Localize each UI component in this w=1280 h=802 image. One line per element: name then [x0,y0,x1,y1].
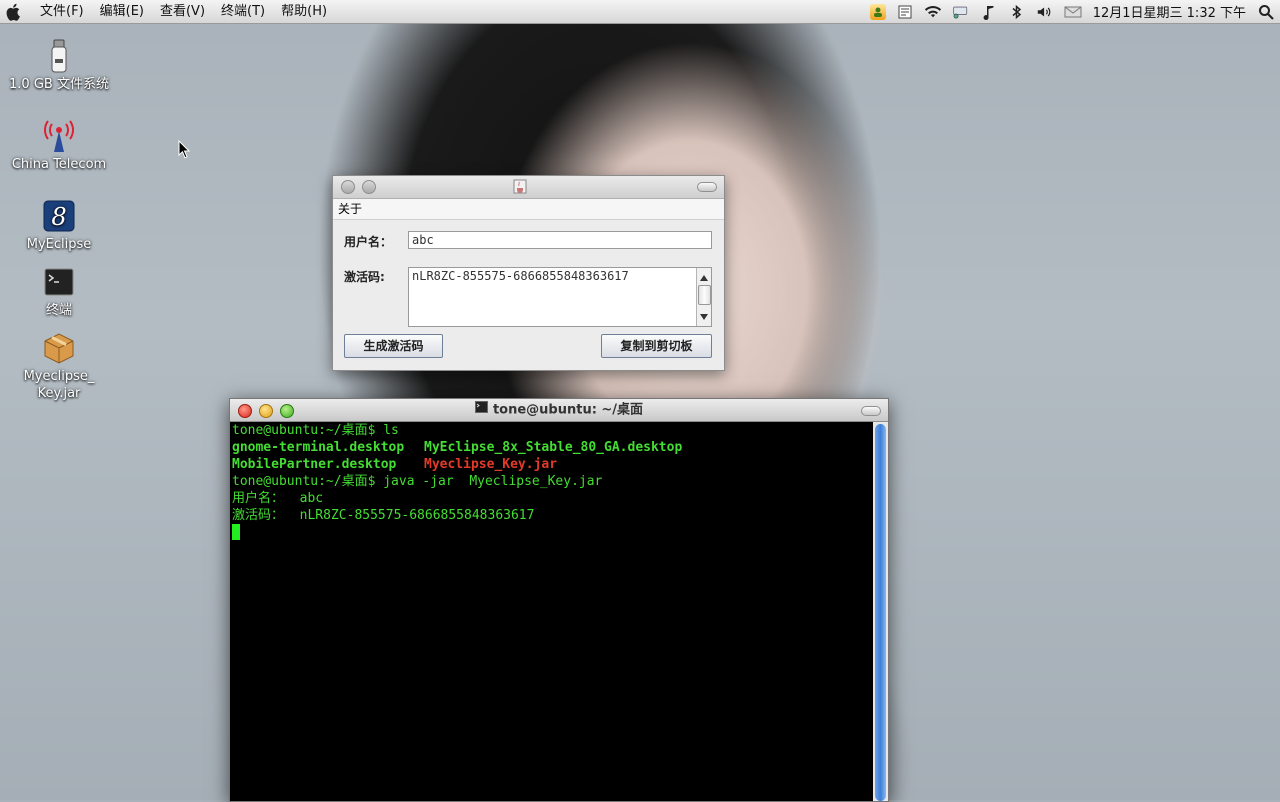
terminal-icon [41,264,77,300]
mail-icon[interactable] [1064,3,1082,21]
menu-help[interactable]: 帮助(H) [273,0,335,23]
terminal-line: 用户名： abc [232,491,324,506]
update-notifier-icon[interactable] [869,3,886,20]
desktop-icon-label: 终端 [45,303,72,318]
dialog-titlebar[interactable] [333,176,724,199]
jar-package-icon [41,330,77,366]
terminal-titlebar[interactable]: tone@ubuntu: ~/桌面 [230,399,888,422]
myeclipse-icon: 8 [41,198,77,234]
desktop-icon-label: China Telecom [11,157,107,172]
terminal-zoom-button[interactable] [861,406,881,416]
desktop-icon-filesystem[interactable]: 1.0 GB 文件系统 [9,38,109,93]
dialog-close-button[interactable] [341,180,355,194]
terminal-maximize-button[interactable] [280,404,294,418]
bluetooth-icon[interactable] [1008,3,1026,21]
notes-icon[interactable] [896,3,914,21]
system-tray: 12月1日星期三 1:32 下午 [865,0,1280,23]
ls-entry: MyEclipse_8x_Stable_80_GA.desktop [424,440,683,455]
dialog-minimize-button[interactable] [362,180,376,194]
activation-code-textarea[interactable]: nLR8ZC-855575-6866855848363617 [408,267,712,327]
menu-edit[interactable]: 编辑(E) [92,0,152,23]
terminal-line: tone@ubuntu:~/桌面$ java -jar Myeclipse_Ke… [232,474,603,489]
copy-to-clipboard-button[interactable]: 复制到剪切板 [601,334,712,358]
desktop-icon-jar[interactable]: Myeclipse_ Key.jar [9,330,109,402]
clock-datetime[interactable]: 12月1日星期三 1:32 下午 [1087,2,1252,21]
ls-entry: MobilePartner.desktop [232,457,397,472]
scroll-up-arrow-icon[interactable] [700,270,708,284]
about-dialog: 关于 用户名： abc 激活码: nLR8ZC-855575-686685584… [332,175,725,371]
volume-icon[interactable] [1036,3,1054,21]
terminal-cursor [232,524,240,540]
mouse-cursor-icon [178,139,191,163]
terminal-line: gnome-terminal.desktop MyEclipse_8x_Stabl… [232,439,871,456]
terminal-title: tone@ubuntu: ~/桌面 [492,402,644,418]
apple-logo-icon[interactable] [4,2,24,22]
desktop-icon-terminal[interactable]: 终端 [9,264,109,319]
desktop-icon-myeclipse[interactable]: 8 MyEclipse [9,198,109,253]
network-manager-icon[interactable] [952,3,970,21]
terminal-output[interactable]: tone@ubuntu:~/桌面$ ls gnome-terminal.deskt… [230,422,873,801]
dialog-menu-about-label: 关于 [338,202,363,216]
terminal-line: 激活码： nLR8ZC-855575-6866855848363617 [232,508,535,523]
terminal-minimize-button[interactable] [259,404,273,418]
desktop-icon-label: Myeclipse_ Key.jar [23,369,95,401]
menu-view[interactable]: 查看(V) [152,0,213,23]
terminal-scroll-thumb[interactable] [875,424,886,801]
username-input[interactable]: abc [408,231,712,249]
terminal-line [232,524,871,541]
scroll-down-arrow-icon[interactable] [700,309,708,323]
wifi-icon[interactable] [924,3,942,21]
antenna-icon [41,118,77,154]
search-icon[interactable] [1257,3,1275,21]
activation-scrollbar[interactable] [696,268,711,326]
terminal-title-icon [474,399,488,421]
terminal-line: tone@ubuntu:~/桌面$ ls [232,423,399,438]
menu-file[interactable]: 文件(F) [32,0,92,23]
generate-code-button[interactable]: 生成激活码 [344,334,443,358]
terminal-close-button[interactable] [238,404,252,418]
desktop-icon-china-telecom[interactable]: China Telecom [9,118,109,173]
menu-terminal[interactable]: 终端(T) [213,0,273,23]
music-note-icon[interactable] [980,3,998,21]
java-app-icon [513,179,527,198]
desktop-icon-label: 1.0 GB 文件系统 [9,77,109,92]
dialog-menu-about[interactable]: 关于 [333,199,724,220]
usb-drive-icon [41,38,77,74]
terminal-window: tone@ubuntu: ~/桌面 tone@ubuntu:~/桌面$ ls gn… [229,398,889,802]
activation-code-label: 激活码: [344,270,385,284]
ls-entry-jar: Myeclipse_Key.jar [424,457,558,472]
ls-entry: gnome-terminal.desktop [232,440,405,455]
activation-code-text: nLR8ZC-855575-6866855848363617 [412,269,629,283]
scroll-thumb[interactable] [698,285,711,305]
terminal-scrollbar[interactable] [873,422,888,801]
desktop-icon-label: MyEclipse [26,237,92,252]
svg-text:8: 8 [51,203,66,231]
username-label: 用户名： [344,235,393,249]
top-menubar: 文件(F) 编辑(E) 查看(V) 终端(T) 帮助(H) 12月1日星期三 1… [0,0,1280,24]
dialog-zoom-button[interactable] [697,182,717,192]
terminal-line: MobilePartner.desktop Myeclipse_Key.jar [232,456,871,473]
